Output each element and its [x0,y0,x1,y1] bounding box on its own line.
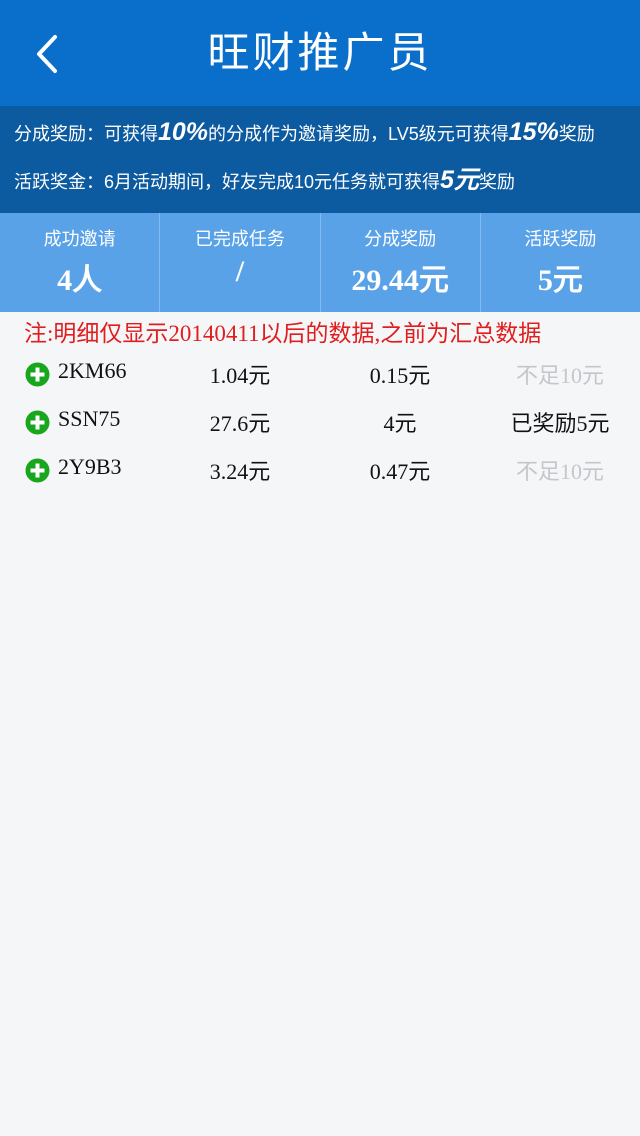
promo-highlight: 5元 [440,166,479,194]
promo-banner: 分成奖励：可获得10%的分成作为邀请奖励，LV5级元可获得15%奖励 活跃奖金：… [0,106,640,213]
page-title: 旺财推广员 [207,29,433,76]
promo-highlight: 10% [158,118,209,146]
stat-active-reward: 活跃奖励 5元 [481,213,640,312]
promo-text: 的分成作为邀请奖励，LV5级元可获得 [208,124,509,144]
plus-circle-icon [25,458,50,483]
stats-bar: 成功邀请 4人 已完成任务 / 分成奖励 29.44元 活跃奖励 5元 [0,213,640,312]
chevron-left-icon [37,35,57,73]
expand-button[interactable] [25,410,50,435]
list-item: 2Y9B3 3.24元 0.47元 不足10元 [0,444,640,492]
expand-button[interactable] [25,458,50,483]
header-bar: 旺财推广员 [0,0,640,106]
share-amount: 0.15元 [369,363,431,388]
back-button[interactable] [22,27,74,79]
reward-status: 已奖励5元 [510,411,610,436]
list-item: 2KM66 1.04元 0.15元 不足10元 [0,348,640,396]
promo-text: 分成奖励：可获得 [14,124,158,144]
task-amount: 3.24元 [209,459,271,484]
share-amount: 4元 [383,411,417,436]
friend-code: 2Y9B3 [58,454,122,479]
stat-share-reward: 分成奖励 29.44元 [321,213,481,312]
detail-list: 2KM66 1.04元 0.15元 不足10元 SSN75 27.6元 4元 已… [0,348,640,492]
promo-text: 活跃奖金：6月活动期间，好友完成10元任务就可获得 [14,172,441,192]
data-note: 注:明细仅显示20140411以后的数据,之前为汇总数据 [24,321,542,346]
task-amount: 1.04元 [209,363,271,388]
reward-status: 不足10元 [515,459,604,484]
reward-status: 不足10元 [515,363,604,388]
plus-circle-icon [25,410,50,435]
stat-value: / [235,255,245,288]
promo-text: 奖励 [478,172,515,192]
list-item: SSN75 27.6元 4元 已奖励5元 [0,396,640,444]
promo-line-share: 分成奖励：可获得10%的分成作为邀请奖励，LV5级元可获得15%奖励 [14,118,595,147]
promo-line-active: 活跃奖金：6月活动期间，好友完成10元任务就可获得5元奖励 [14,160,515,196]
stat-invites: 成功邀请 4人 [0,213,161,312]
stat-label: 分成奖励 [364,229,437,249]
friend-code: SSN75 [58,406,121,431]
task-amount: 27.6元 [209,411,271,436]
stat-value: 4人 [57,264,103,297]
share-amount: 0.47元 [369,459,431,484]
stat-value: 29.44元 [351,264,449,297]
stat-value: 5元 [537,264,583,297]
friend-code: 2KM66 [58,358,127,383]
promo-highlight: 15% [508,118,559,146]
stat-label: 成功邀请 [43,229,116,249]
stat-label: 活跃奖励 [524,229,597,249]
promo-text: 奖励 [558,124,595,144]
expand-button[interactable] [25,362,50,387]
stat-label: 已完成任务 [194,229,285,249]
stat-tasks: 已完成任务 / [160,213,321,312]
plus-circle-icon [25,362,50,387]
